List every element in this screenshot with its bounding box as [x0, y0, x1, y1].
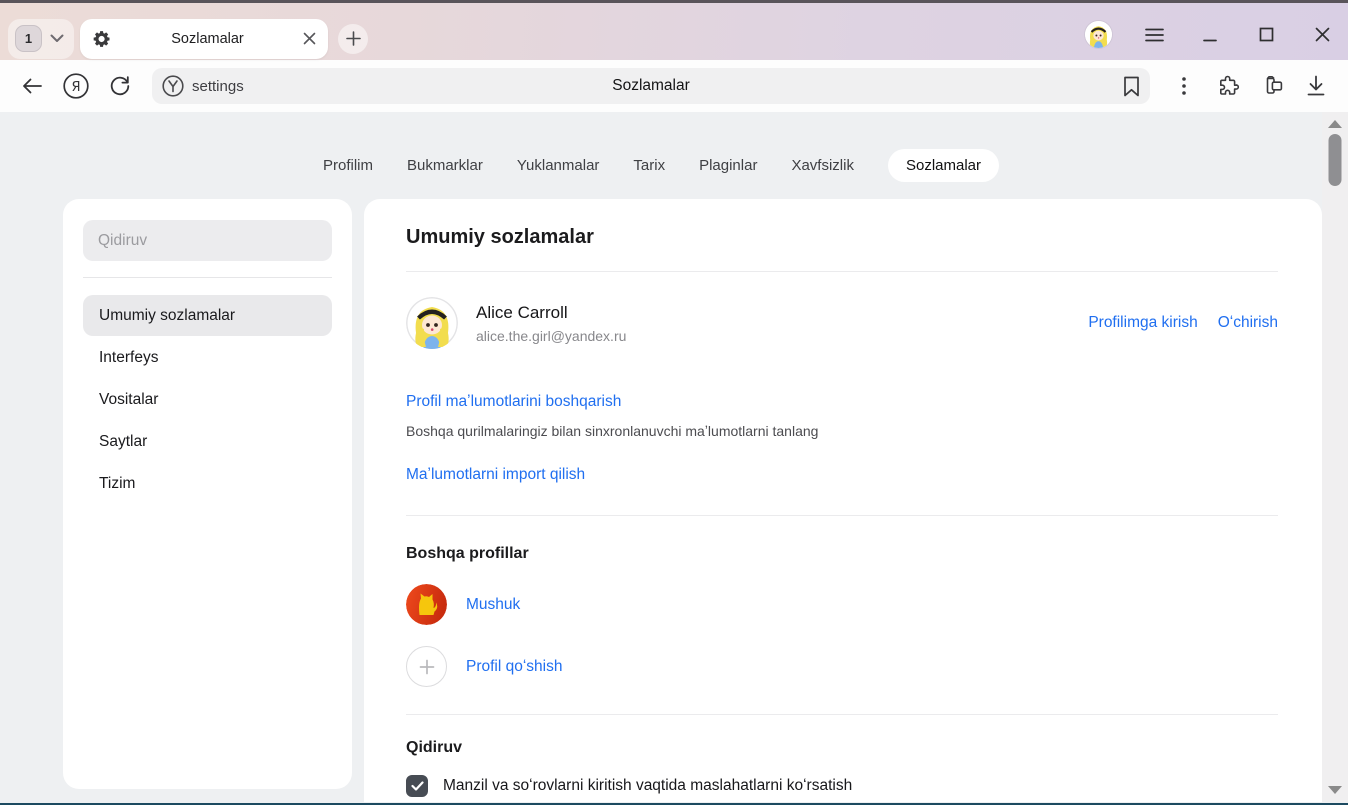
browser-tab-sozlamalar[interactable]: Sozlamalar — [80, 19, 328, 59]
profile-email: alice.the.girl@yandex.ru — [476, 328, 626, 344]
bookmark-button[interactable] — [1123, 76, 1140, 97]
sidebar-item-tizim[interactable]: Tizim — [83, 463, 332, 504]
close-tab-icon[interactable] — [303, 32, 316, 45]
plus-icon — [346, 31, 361, 46]
plus-circle-icon — [406, 646, 447, 687]
cat-avatar — [406, 584, 447, 625]
tab-yuklanmalar[interactable]: Yuklanmalar — [517, 149, 600, 182]
sidebar-divider — [83, 277, 332, 278]
reload-button[interactable] — [98, 68, 142, 104]
tab-xavfsizlik[interactable]: Xavfsizlik — [791, 149, 854, 182]
url-text[interactable]: settings — [192, 78, 244, 95]
page-title: Umumiy sozlamalar — [406, 226, 1278, 249]
import-data-link[interactable]: Maʼlumotlarni import qilish — [406, 466, 585, 484]
suggestions-checkbox[interactable] — [406, 775, 428, 797]
sidebar-item-saytlar[interactable]: Saytlar — [83, 421, 332, 462]
close-window-button[interactable] — [1308, 21, 1336, 49]
reload-icon — [109, 75, 131, 97]
check-icon — [411, 781, 424, 791]
suggestions-setting-row[interactable]: Manzil va soʻrovlarni kiritish vaqtida m… — [406, 775, 1278, 797]
profile-identity: Alice Carroll alice.the.girl@yandex.ru — [476, 303, 626, 344]
site-search-icon — [162, 75, 184, 97]
add-profile-row[interactable]: Profil qoʻshish — [406, 646, 1278, 687]
settings-page: Profilim Bukmarklar Yuklanmalar Tarix Pl… — [0, 112, 1348, 802]
avatar — [406, 297, 458, 349]
minimize-icon — [1203, 28, 1217, 42]
browser-toolbar: Я settings Sozlamalar — [0, 60, 1348, 112]
collections-icon — [1259, 74, 1285, 98]
gear-icon — [92, 29, 112, 49]
titlebar: 1 Sozlamalar — [0, 0, 1348, 60]
settings-search-input[interactable] — [83, 220, 332, 261]
sidebar-item-interfeys[interactable]: Interfeys — [83, 337, 332, 378]
maximize-button[interactable] — [1252, 21, 1280, 49]
svg-text:Я: Я — [71, 80, 80, 95]
scroll-down-arrow-icon[interactable] — [1328, 786, 1342, 794]
address-bar[interactable]: settings Sozlamalar — [152, 68, 1150, 104]
browser-menu-button[interactable] — [1140, 21, 1168, 49]
downloads-button[interactable] — [1294, 68, 1338, 104]
other-profile-link[interactable]: Mushuk — [466, 596, 520, 614]
page-scrollbar[interactable] — [1322, 112, 1348, 802]
scroll-up-arrow-icon[interactable] — [1328, 120, 1342, 128]
back-arrow-icon — [21, 77, 43, 95]
tab-group-control[interactable]: 1 — [8, 19, 74, 59]
divider — [406, 714, 1278, 715]
puzzle-icon — [1216, 74, 1240, 98]
add-profile-link[interactable]: Profil qoʻshish — [466, 658, 563, 676]
extensions-button[interactable] — [1206, 68, 1250, 104]
chevron-down-icon[interactable] — [50, 34, 64, 43]
sync-description: Boshqa qurilmalaringiz bilan sinxronlanu… — [406, 423, 1278, 439]
profile-name: Alice Carroll — [476, 303, 626, 323]
hamburger-icon — [1145, 28, 1164, 42]
enter-profile-link[interactable]: Profilimga kirish — [1088, 314, 1197, 332]
tab-profilim[interactable]: Profilim — [323, 149, 373, 182]
divider — [406, 271, 1278, 272]
kebab-menu-icon — [1182, 77, 1186, 95]
collections-button[interactable] — [1250, 68, 1294, 104]
search-section-heading: Qidiruv — [406, 739, 1278, 757]
suggestions-checkbox-label: Manzil va soʻrovlarni kiritish vaqtida m… — [443, 777, 852, 795]
new-tab-button[interactable] — [338, 24, 368, 54]
page-title-centered: Sozlamalar — [152, 77, 1150, 95]
tab-tarix[interactable]: Tarix — [633, 149, 665, 182]
sidebar-item-vositalar[interactable]: Vositalar — [83, 379, 332, 420]
tab-title: Sozlamalar — [112, 31, 303, 47]
sidebar-item-umumiy-sozlamalar[interactable]: Umumiy sozlamalar — [83, 295, 332, 336]
browser-profile-avatar[interactable] — [1085, 21, 1112, 48]
yandex-logo-icon: Я — [63, 73, 89, 99]
tab-plaginlar[interactable]: Plaginlar — [699, 149, 757, 182]
yandex-home-button[interactable]: Я — [54, 68, 98, 104]
tab-counter-badge[interactable]: 1 — [15, 25, 42, 52]
back-button[interactable] — [10, 68, 54, 104]
other-profile-mushuk[interactable]: Mushuk — [406, 584, 1278, 625]
tab-bukmarklar[interactable]: Bukmarklar — [407, 149, 483, 182]
maximize-icon — [1259, 27, 1274, 42]
manage-profile-data-link[interactable]: Profil maʼlumotlarini boshqarish — [406, 393, 621, 411]
minimize-button[interactable] — [1196, 21, 1224, 49]
divider — [406, 515, 1278, 516]
current-profile-row: Alice Carroll alice.the.girl@yandex.ru P… — [406, 297, 1278, 349]
tab-sozlamalar[interactable]: Sozlamalar — [888, 149, 999, 182]
other-profiles-heading: Boshqa profillar — [406, 545, 1278, 563]
more-options-button[interactable] — [1162, 68, 1206, 104]
settings-main-panel: Umumiy sozlamalar — [364, 199, 1322, 802]
download-icon — [1306, 75, 1326, 97]
close-icon — [1315, 27, 1330, 42]
settings-sidebar: Umumiy sozlamalar Interfeys Vositalar Sa… — [63, 199, 352, 789]
scrollbar-thumb[interactable] — [1329, 134, 1342, 186]
settings-nav-tabs: Profilim Bukmarklar Yuklanmalar Tarix Pl… — [0, 112, 1322, 182]
bookmark-icon — [1123, 76, 1140, 97]
delete-profile-link[interactable]: Oʻchirish — [1218, 314, 1278, 332]
